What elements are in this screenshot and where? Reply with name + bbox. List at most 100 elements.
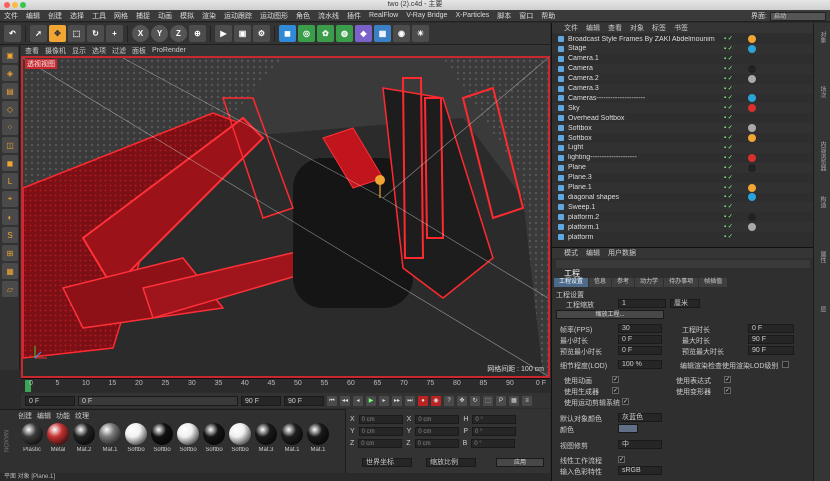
timeline-ruler[interactable]: 0 5 10 15 20 25 30 35 40 45 50 55 60 65 70 75 80 85 90 0 F	[21, 378, 550, 392]
subdivision-icon[interactable]: ◍	[336, 25, 353, 42]
visibility-dots[interactable]: ▪ ✓	[724, 65, 733, 72]
material-swatch[interactable]: Softbo	[150, 423, 174, 453]
visibility-dots[interactable]: ▪ ✓	[724, 213, 733, 220]
position-field[interactable]: 0 cm	[358, 439, 403, 448]
menu-item[interactable]: 文件	[0, 11, 22, 21]
object-tag-icon[interactable]	[748, 44, 756, 53]
menu-item[interactable]: 选择	[66, 11, 88, 21]
object-menu-item[interactable]: 文件	[564, 23, 578, 33]
material-swatch[interactable]: Softbo	[202, 423, 226, 453]
nurbs-icon[interactable]: ◎	[298, 25, 315, 42]
prev-frame-icon[interactable]: ◂	[353, 395, 363, 406]
key-position-icon[interactable]: ✥	[457, 395, 467, 406]
side-tab[interactable]: 对象	[818, 31, 827, 43]
record-key-icon[interactable]: ●	[418, 395, 428, 406]
lod-field[interactable]: 100 %	[618, 360, 662, 369]
polygons-mode-icon[interactable]: ◼	[2, 155, 18, 171]
timeline-menu-icon[interactable]: ≡	[522, 395, 532, 406]
visibility-dots[interactable]: ▪ ✓	[724, 164, 733, 171]
render-lod-checkbox[interactable]	[782, 361, 789, 368]
visibility-dots[interactable]: ▪ ✓	[724, 174, 733, 181]
next-frame-icon[interactable]: ▸	[379, 395, 389, 406]
object-row[interactable]: Stage ▪ ✓	[552, 43, 814, 54]
material-swatch[interactable]: Softbo	[124, 423, 148, 453]
key-param-icon[interactable]: P	[496, 395, 506, 406]
material-swatch[interactable]: Mat.1	[306, 423, 330, 453]
side-tab[interactable]: 内容浏览器	[818, 141, 827, 171]
scale-project-button[interactable]: 缩放工程...	[556, 310, 664, 319]
object-tag-icon[interactable]	[748, 94, 756, 103]
object-row[interactable]: Camera.2 ▪ ✓	[552, 74, 814, 84]
menu-item[interactable]: V-Ray Bridge	[402, 12, 451, 19]
object-row[interactable]: platform.1 ▪ ✓	[552, 222, 814, 233]
play-icon[interactable]: ▶	[366, 395, 376, 406]
visibility-dots[interactable]: ▪ ✓	[724, 35, 733, 42]
object-tag-icon[interactable]	[748, 124, 756, 133]
object-tag-icon[interactable]	[748, 153, 756, 162]
material-swatch[interactable]: Mat.2	[72, 423, 96, 453]
object-menu-item[interactable]: 对象	[630, 23, 644, 33]
visibility-dots[interactable]: ▪ ✓	[724, 223, 733, 230]
project-duration-field[interactable]: 0 F	[748, 324, 794, 333]
object-row[interactable]: diagonal shapes ▪ ✓	[552, 192, 814, 202]
edges-mode-icon[interactable]: ◫	[2, 137, 18, 153]
position-field[interactable]: 0 cm	[358, 415, 403, 424]
object-row[interactable]: Softbox ▪ ✓	[552, 133, 814, 143]
menu-item[interactable]: 角色	[292, 11, 314, 21]
visibility-dots[interactable]: ▪ ✓	[724, 55, 733, 62]
visibility-dots[interactable]: ▪ ✓	[724, 193, 733, 200]
input-color-profile-dropdown[interactable]: sRGB	[618, 466, 662, 475]
object-menu-item[interactable]: 标签	[652, 23, 666, 33]
visibility-dots[interactable]: ▪ ✓	[724, 94, 733, 101]
size-field[interactable]: 0 cm	[415, 427, 460, 436]
menu-item[interactable]: 动画	[154, 11, 176, 21]
viewport-menu-item[interactable]: 查看	[25, 46, 39, 56]
object-tag-icon[interactable]	[748, 163, 756, 172]
attr-tab[interactable]: 动力学	[635, 278, 664, 287]
lock-workplane-icon[interactable]: ⊞	[2, 245, 18, 261]
undo-icon[interactable]: ↶	[4, 25, 21, 42]
max-time-field[interactable]: 90 F	[748, 335, 794, 344]
linear-workflow-checkbox[interactable]: ✓	[618, 456, 625, 463]
coord-mode-dropdown[interactable]: 世界坐标	[362, 458, 412, 467]
menu-item[interactable]: 运动跟踪	[220, 11, 256, 21]
solo-icon[interactable]: ◐	[2, 209, 18, 225]
viewport-menu-item[interactable]: ProRender	[152, 47, 186, 54]
object-row[interactable]: Plane ▪ ✓	[552, 162, 814, 173]
object-tag-icon[interactable]	[748, 223, 756, 232]
viewport-menu-item[interactable]: 摄像机	[45, 46, 66, 56]
material-swatch[interactable]: Mat.3	[254, 423, 278, 453]
next-key-icon[interactable]: ▸▸	[392, 395, 402, 406]
visibility-dots[interactable]: ▪ ✓	[724, 75, 733, 82]
menu-item[interactable]: 帮助	[537, 11, 559, 21]
menu-item[interactable]: 流水线	[314, 11, 343, 21]
attr-tab[interactable]: 工程设置	[554, 278, 589, 287]
menu-item[interactable]: 创建	[44, 11, 66, 21]
size-field[interactable]: 0 cm	[414, 439, 459, 448]
object-row[interactable]: Camera.1 ▪ ✓	[552, 54, 814, 64]
menu-item[interactable]: 捕捉	[132, 11, 154, 21]
menu-item[interactable]: 运动图形	[256, 11, 292, 21]
auto-key-icon[interactable]: ◉	[431, 395, 441, 406]
menu-item[interactable]: X-Particles	[451, 12, 493, 19]
key-pla-icon[interactable]: ▦	[509, 395, 519, 406]
cube-icon[interactable]: ◼	[279, 25, 296, 42]
viewport-menu-item[interactable]: 面板	[132, 46, 146, 56]
color-swatch[interactable]	[618, 424, 638, 433]
render-settings-icon[interactable]: ⚙	[253, 25, 270, 42]
attr-tab[interactable]: 帧插值	[699, 278, 728, 287]
side-tab[interactable]: 属性	[818, 251, 827, 263]
viewport-menu-item[interactable]: 过滤	[112, 46, 126, 56]
texture-mode-icon[interactable]: ▤	[2, 83, 18, 99]
object-row[interactable]: Broadcast Style Frames By ZAKI Abdelmoun…	[552, 34, 814, 44]
model-mode-icon[interactable]: ◈	[2, 65, 18, 81]
min-time-field[interactable]: 0 F	[618, 335, 662, 344]
z-axis-lock[interactable]: Z	[170, 25, 187, 42]
render-view-icon[interactable]: ▶	[215, 25, 232, 42]
menu-item[interactable]: RealFlow	[365, 12, 402, 19]
object-tag-icon[interactable]	[748, 193, 756, 202]
coordinate-system-icon[interactable]: ⊕	[189, 25, 206, 42]
go-to-start-icon[interactable]: ⏮	[327, 395, 337, 406]
side-tab[interactable]: 层	[818, 306, 827, 312]
menu-item[interactable]: 插件	[343, 11, 365, 21]
